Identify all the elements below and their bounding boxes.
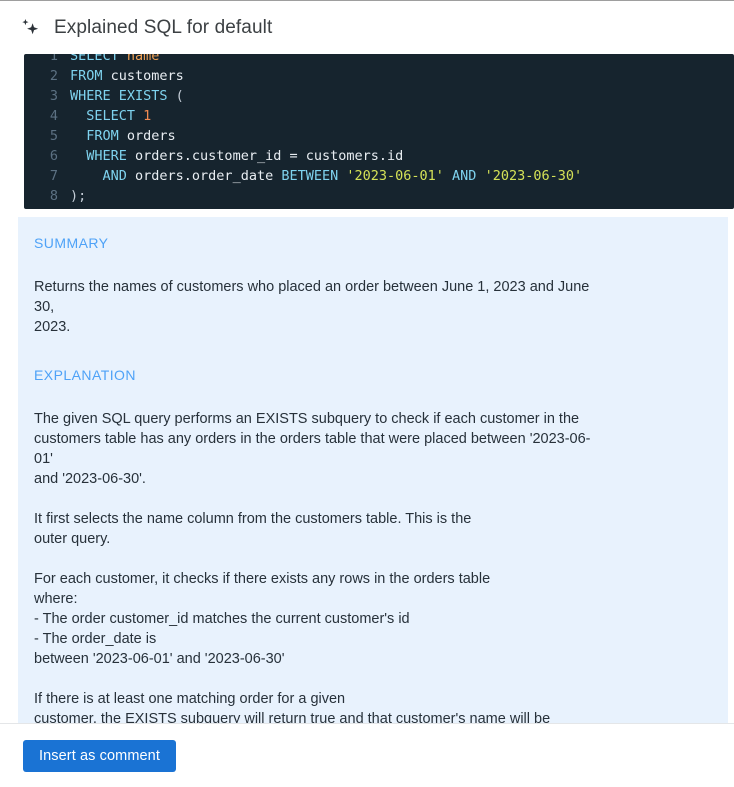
page-title: Explained SQL for default [54,16,273,38]
explanation-heading: EXPLANATION [34,367,136,383]
code-line: 7 AND orders.order_date BETWEEN '2023-06… [24,166,734,186]
code-line: 8); [24,186,734,206]
sql-code-container: 1 SELECT name 2 FROM customers 3 WHERE EXISTS… [0,54,734,209]
sql-code-lines: 1 SELECT name 2 FROM customers 3 WHERE EXISTS… [24,54,734,206]
code-line-number: 6 [49,148,58,164]
code-line-number: 4 [49,108,58,124]
code-line: 4 SELECT 1 [24,106,734,126]
explanation-container: SUMMARY Returns the names of customers w… [0,209,734,723]
summary-heading: SUMMARY [34,235,109,251]
code-line-text: ); [70,188,87,204]
code-line: 2 FROM customers [24,66,734,86]
code-line-text: AND orders.order_date BETWEEN '2023-06-0… [70,168,583,184]
code-line-text: WHERE EXISTS ( [70,88,184,104]
code-line: 1 SELECT name [24,54,734,66]
explanation-panel[interactable]: SUMMARY Returns the names of customers w… [18,217,728,723]
explanation-paragraph: If there is at least one matching order … [34,691,551,723]
code-line-number: 5 [49,128,58,144]
code-line-number: 7 [49,168,58,184]
code-line-text: SELECT name [70,54,160,64]
code-line-text: FROM customers [70,68,184,84]
code-line-text: WHERE orders.customer_id = customers.id [70,148,404,164]
code-line-number: 2 [49,68,58,84]
code-line-text: SELECT 1 [70,108,152,124]
code-line: 3 WHERE EXISTS ( [24,86,734,106]
panel-header: Explained SQL for default [0,1,734,54]
code-line-number: 8 [49,188,58,204]
code-line: 5 FROM orders [24,126,734,146]
summary-text: Returns the names of customers who place… [34,279,590,335]
explanation-paragraph: It first selects the name column from th… [34,511,472,547]
sql-code-block[interactable]: 1 SELECT name 2 FROM customers 3 WHERE EXISTS… [24,54,734,209]
panel-footer: Insert as comment [0,723,734,787]
explain-sql-panel: Explained SQL for default 1 SELECT name 2 F… [0,0,734,787]
code-line-number: 3 [49,88,58,104]
code-line-number: 1 [49,54,58,64]
explanation-paragraph: The given SQL query performs an EXISTS s… [34,411,591,487]
code-line: 6 WHERE orders.customer_id = customers.i… [24,146,734,166]
insert-as-comment-button[interactable]: Insert as comment [23,739,176,772]
code-line-text: FROM orders [70,128,176,144]
explanation-paragraph: For each customer, it checks if there ex… [34,571,491,667]
sparkle-icon [18,16,42,40]
